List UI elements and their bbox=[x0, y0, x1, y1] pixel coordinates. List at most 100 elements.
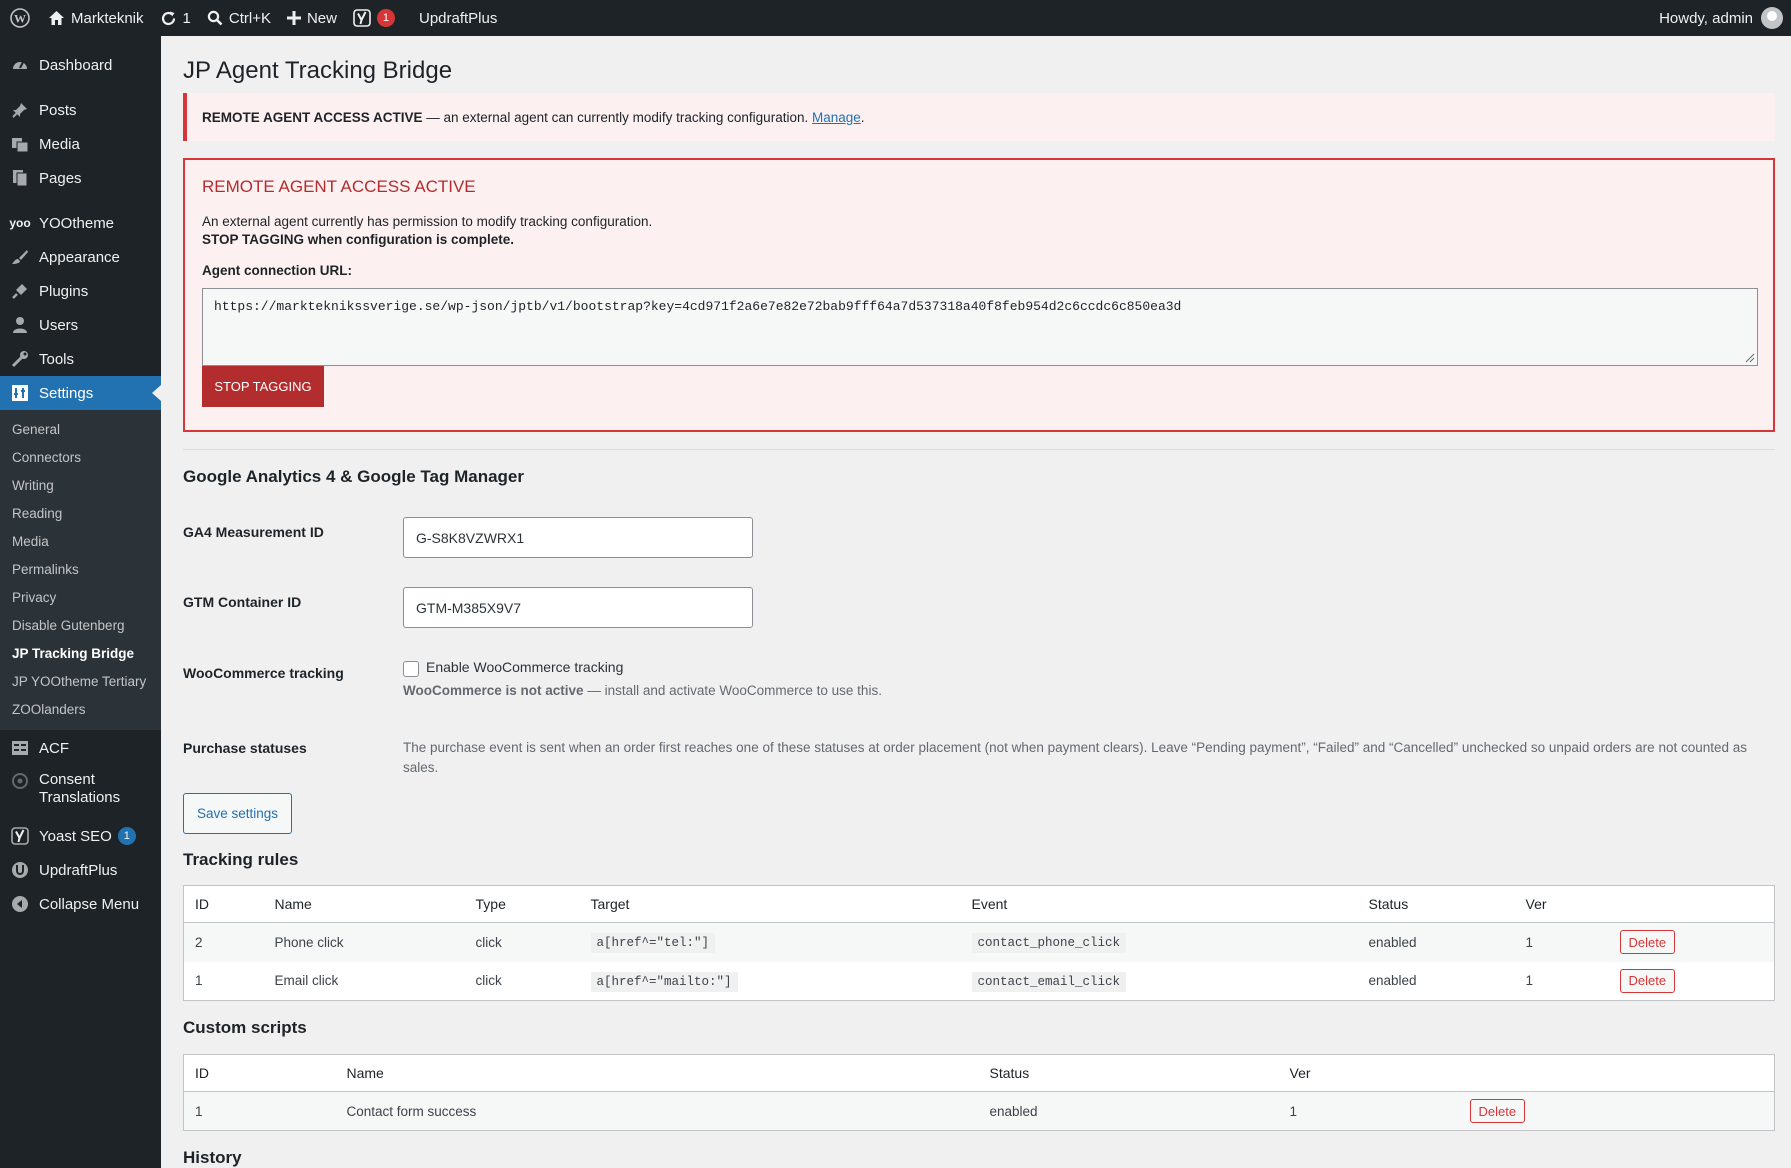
resize-grip-icon[interactable] bbox=[1743, 351, 1755, 363]
wrench-icon bbox=[10, 349, 30, 369]
admin-sidebar: Dashboard Posts Media Pages yoo YOOtheme… bbox=[0, 36, 161, 1168]
menu-updraftplus[interactable]: UpdraftPlus bbox=[0, 853, 161, 887]
remote-access-notice: REMOTE AGENT ACCESS ACTIVE — an external… bbox=[183, 93, 1775, 141]
table-row: 1 Email click click a[href^="mailto:"] c… bbox=[184, 962, 1775, 1001]
menu-settings[interactable]: Settings bbox=[0, 376, 161, 410]
submenu-privacy[interactable]: Privacy bbox=[0, 584, 161, 612]
col-id: ID bbox=[183, 1054, 336, 1092]
agent-url-value: https://markteknikssverige.se/wp-json/jp… bbox=[214, 299, 1182, 314]
col-ver: Ver bbox=[1514, 885, 1609, 923]
save-settings-button[interactable]: Save settings bbox=[183, 793, 292, 834]
rule-name: Phone click bbox=[263, 922, 465, 962]
refresh-icon bbox=[160, 10, 177, 27]
menu-pages[interactable]: Pages bbox=[0, 161, 161, 195]
ga4-input[interactable]: G-S8K8VZWRX1 bbox=[403, 517, 753, 558]
svg-text:W: W bbox=[14, 12, 26, 26]
menu-yoast-seo[interactable]: Yoast SEO 1 bbox=[0, 819, 161, 853]
script-id: 1 bbox=[183, 1091, 336, 1131]
woocommerce-note-bold: WooCommerce is not active bbox=[403, 683, 584, 698]
command-search-link[interactable]: Ctrl+K bbox=[199, 0, 279, 36]
col-event: Event bbox=[960, 885, 1358, 923]
stop-tagging-button[interactable]: STOP TAGGING bbox=[202, 366, 324, 407]
agent-url-textarea[interactable]: https://markteknikssverige.se/wp-json/jp… bbox=[202, 288, 1758, 366]
col-target: Target bbox=[579, 885, 961, 923]
submenu-disable-gutenberg[interactable]: Disable Gutenberg bbox=[0, 612, 161, 640]
rule-event-cell: contact_email_click bbox=[961, 962, 1358, 1001]
yoast-icon bbox=[353, 9, 371, 27]
updates-link[interactable]: 1 bbox=[152, 0, 199, 36]
site-name-link[interactable]: Markteknik bbox=[40, 0, 152, 36]
col-ver: Ver bbox=[1278, 1054, 1459, 1092]
menu-plugins[interactable]: Plugins bbox=[0, 274, 161, 308]
delete-rule-button[interactable]: Delete bbox=[1619, 930, 1676, 955]
menu-dashboard[interactable]: Dashboard bbox=[0, 48, 161, 82]
col-name: Name bbox=[335, 1054, 979, 1092]
submenu-media[interactable]: Media bbox=[0, 528, 161, 556]
history-title: History bbox=[183, 1148, 242, 1167]
table-row: 1 Contact form success enabled 1 Delete bbox=[183, 1091, 1775, 1131]
new-content-link[interactable]: New bbox=[279, 0, 345, 36]
menu-pages-label: Pages bbox=[39, 169, 82, 187]
notice-bold-text: REMOTE AGENT ACCESS ACTIVE bbox=[202, 109, 423, 125]
submenu-writing[interactable]: Writing bbox=[0, 472, 161, 500]
yoast-icon bbox=[10, 826, 30, 846]
updraftplus-icon bbox=[10, 860, 30, 880]
rule-target: a[href^="mailto:"] bbox=[590, 971, 738, 992]
wordpress-logo-icon[interactable]: W bbox=[0, 0, 40, 36]
manage-link[interactable]: Manage bbox=[812, 110, 861, 125]
rule-actions: Delete bbox=[1609, 962, 1775, 1001]
menu-acf[interactable]: ACF bbox=[0, 731, 161, 765]
tracking-rules-title: Tracking rules bbox=[183, 850, 299, 869]
submenu-permalinks[interactable]: Permalinks bbox=[0, 556, 161, 584]
rule-status: enabled bbox=[1368, 973, 1417, 989]
submenu-reading[interactable]: Reading bbox=[0, 500, 161, 528]
col-status: Status bbox=[1357, 885, 1515, 923]
avatar bbox=[1761, 7, 1783, 29]
collapse-menu-button[interactable]: Collapse Menu bbox=[0, 887, 161, 921]
woocommerce-note: WooCommerce is not active — install and … bbox=[403, 683, 882, 698]
submenu-connectors[interactable]: Connectors bbox=[0, 444, 161, 472]
remote-access-alert-box: REMOTE AGENT ACCESS ACTIVE An external a… bbox=[183, 158, 1775, 432]
menu-tools[interactable]: Tools bbox=[0, 342, 161, 376]
menu-appearance[interactable]: Appearance bbox=[0, 240, 161, 274]
woocommerce-checkbox[interactable] bbox=[403, 661, 419, 677]
delete-rule-button[interactable]: Delete bbox=[1619, 968, 1676, 993]
table-row: 2 Phone click click a[href^="tel:"] cont… bbox=[183, 922, 1775, 962]
menu-yootheme[interactable]: yoo YOOtheme bbox=[0, 206, 161, 240]
col-actions bbox=[1458, 1054, 1775, 1092]
yootheme-icon: yoo bbox=[9, 216, 31, 230]
submenu-jp-yootheme-tertiary[interactable]: JP YOOtheme Tertiary bbox=[0, 668, 161, 696]
updraftplus-adminbar-link[interactable]: UpdraftPlus bbox=[411, 0, 505, 36]
submenu-zoolanders[interactable]: ZOOlanders bbox=[0, 696, 161, 724]
section-divider bbox=[183, 449, 1775, 450]
script-actions: Delete bbox=[1458, 1091, 1775, 1131]
page-title: JP Agent Tracking Bridge bbox=[183, 57, 453, 84]
rule-event-cell: contact_phone_click bbox=[960, 922, 1358, 962]
rule-event: contact_phone_click bbox=[971, 933, 1127, 954]
menu-users[interactable]: Users bbox=[0, 308, 161, 342]
col-id: ID bbox=[183, 885, 264, 923]
submenu-jp-tracking-bridge[interactable]: JP Tracking Bridge bbox=[0, 640, 161, 668]
menu-tools-label: Tools bbox=[39, 350, 75, 368]
rule-ver: 1 bbox=[1514, 922, 1609, 962]
menu-dashboard-label: Dashboard bbox=[39, 56, 113, 74]
agent-url-label: Agent connection URL: bbox=[202, 263, 352, 278]
col-type: Type bbox=[464, 885, 580, 923]
rule-target: a[href^="tel:"] bbox=[590, 933, 716, 954]
menu-acf-label: ACF bbox=[39, 739, 69, 757]
pin-icon bbox=[10, 100, 30, 120]
rule-target-cell: a[href^="mailto:"] bbox=[580, 962, 961, 1001]
rule-ver: 1 bbox=[1525, 973, 1534, 989]
submenu-general[interactable]: General bbox=[0, 416, 161, 444]
my-account[interactable]: Howdy, admin bbox=[1659, 0, 1791, 36]
menu-posts[interactable]: Posts bbox=[0, 93, 161, 127]
col-status: Status bbox=[978, 1054, 1279, 1092]
delete-script-button[interactable]: Delete bbox=[1469, 1099, 1526, 1123]
yoast-adminbar-link[interactable]: 1 bbox=[345, 0, 403, 36]
updraftplus-label: UpdraftPlus bbox=[418, 9, 498, 27]
menu-consent-translations[interactable]: Consent Translations bbox=[0, 765, 161, 815]
menu-media[interactable]: Media bbox=[0, 127, 161, 161]
collapse-icon bbox=[10, 894, 30, 914]
gtm-input[interactable]: GTM-M385X9V7 bbox=[403, 587, 753, 628]
brush-icon bbox=[10, 247, 30, 267]
